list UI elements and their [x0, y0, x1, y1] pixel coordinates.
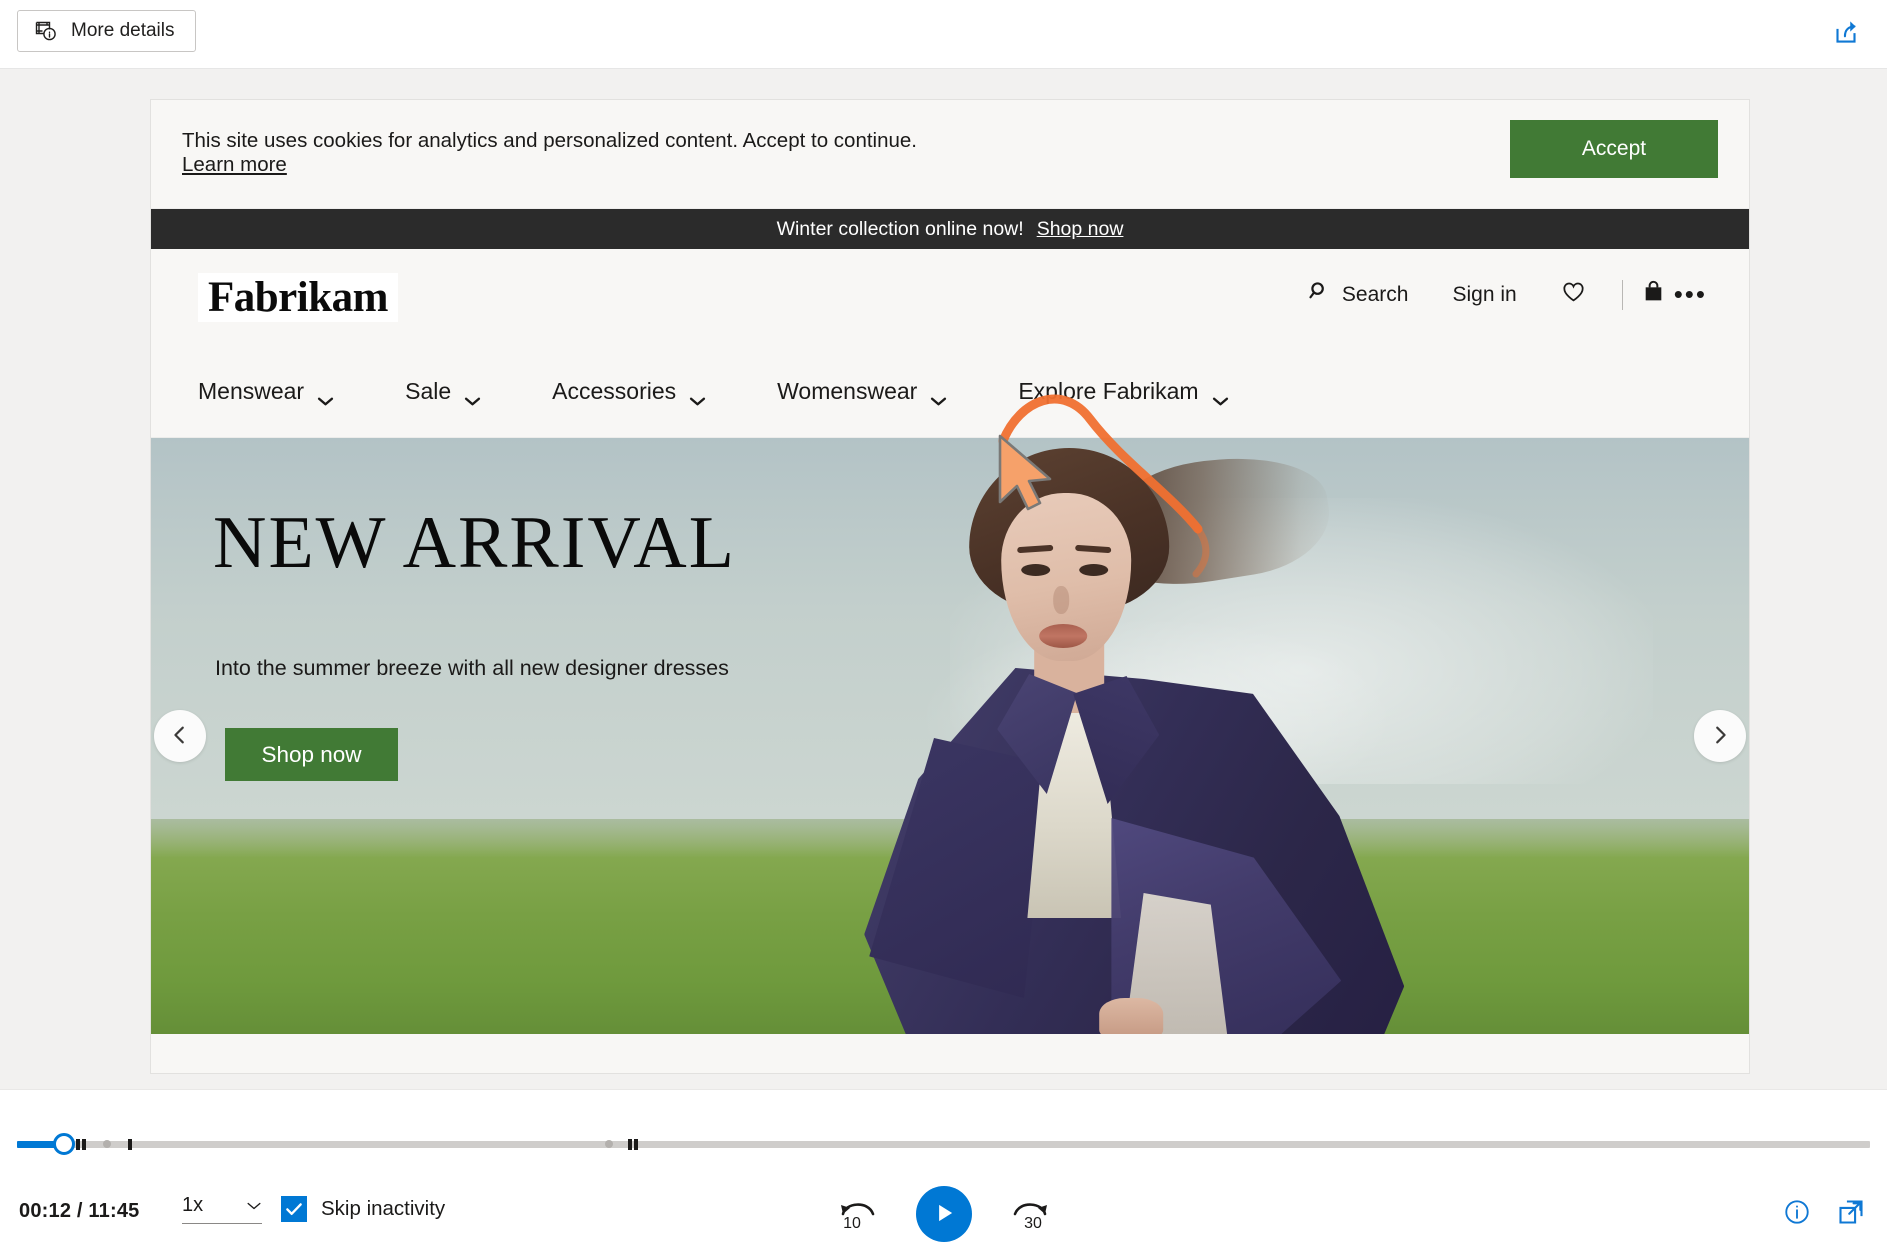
- timeline-marker[interactable]: [634, 1139, 638, 1150]
- wishlist-button[interactable]: [1539, 279, 1608, 310]
- site-header: Fabrikam Search Sign in •••: [151, 249, 1749, 346]
- header-divider: [1621, 279, 1623, 310]
- chevron-down-icon: [464, 386, 481, 406]
- chevron-down-icon: [1212, 386, 1229, 406]
- chevron-down-icon: [930, 386, 947, 406]
- hero-title: NEW ARRIVAL: [213, 502, 736, 584]
- cookie-learn-more-link[interactable]: Learn more: [182, 153, 287, 177]
- timeline-marker[interactable]: [128, 1139, 132, 1150]
- timeline-track[interactable]: [17, 1141, 1870, 1148]
- timeline-marker[interactable]: [76, 1139, 80, 1150]
- replay-stage: This site uses cookies for analytics and…: [0, 69, 1887, 1089]
- heart-icon: [1561, 279, 1586, 310]
- rewind-10-button[interactable]: 10: [834, 1190, 882, 1238]
- shopping-bag-icon: [1641, 279, 1666, 310]
- carousel-prev-button[interactable]: [154, 710, 206, 762]
- timeline-event-dot[interactable]: [605, 1140, 613, 1148]
- promo-shop-now-link[interactable]: Shop now: [1037, 218, 1124, 241]
- info-icon[interactable]: [1783, 1198, 1811, 1226]
- cookie-message: This site uses cookies for analytics and…: [182, 129, 917, 152]
- rewind-10-label: 10: [843, 1215, 861, 1232]
- nav-item-label: Menswear: [198, 378, 305, 404]
- promo-bar: Winter collection online now! Shop now: [151, 209, 1749, 249]
- nav-item-sale[interactable]: Sale: [405, 378, 517, 406]
- cookie-consent-banner: This site uses cookies for analytics and…: [151, 100, 1749, 209]
- nav-item-label: Womenswear: [777, 378, 918, 404]
- search-button[interactable]: Search: [1286, 280, 1431, 309]
- timeline-marker[interactable]: [628, 1139, 632, 1150]
- nav-item-label: Sale: [405, 378, 452, 404]
- promo-text: Winter collection online now!: [776, 217, 1024, 240]
- carousel-next-button[interactable]: [1694, 710, 1746, 762]
- chevron-left-icon: [169, 724, 191, 749]
- more-details-button[interactable]: More details: [17, 10, 196, 52]
- nav-item-label: Accessories: [552, 378, 677, 404]
- hero-carousel: NEW ARRIVAL Into the summer breeze with …: [151, 438, 1749, 1034]
- chevron-down-icon: [689, 386, 706, 406]
- chevron-down-icon: [317, 386, 334, 406]
- search-icon: [1308, 280, 1331, 309]
- sign-in-label: Sign in: [1452, 282, 1517, 306]
- shopping-bag-button[interactable]: [1637, 279, 1666, 310]
- search-label: Search: [1341, 282, 1409, 306]
- nav-item-explore-fabrikam[interactable]: Explore Fabrikam: [1018, 378, 1264, 406]
- sign-in-button[interactable]: Sign in: [1430, 283, 1538, 307]
- site-navigation: Menswear Sale Accessories Womenswear Exp…: [151, 346, 1749, 438]
- forward-30-label: 30: [1024, 1215, 1042, 1232]
- header-actions: Search Sign in •••: [1286, 279, 1707, 310]
- player-right-actions: [1783, 1198, 1865, 1226]
- ellipsis-icon[interactable]: •••: [1666, 281, 1707, 307]
- hero-shop-now-button[interactable]: Shop now: [225, 728, 398, 781]
- play-icon: [931, 1200, 957, 1229]
- nav-item-accessories[interactable]: Accessories: [552, 378, 742, 406]
- timeline-progress: [17, 1141, 57, 1148]
- cookie-accept-button[interactable]: Accept: [1510, 120, 1718, 178]
- nav-item-womenswear[interactable]: Womenswear: [777, 378, 983, 406]
- timeline-event-dot[interactable]: [103, 1140, 111, 1148]
- forward-30-button[interactable]: 30: [1006, 1190, 1054, 1238]
- share-icon[interactable]: [1829, 15, 1863, 49]
- film-info-icon: [34, 19, 58, 43]
- nav-item-menswear[interactable]: Menswear: [198, 378, 370, 406]
- top-toolbar: More details: [0, 0, 1887, 69]
- pop-out-icon[interactable]: [1837, 1198, 1865, 1226]
- timeline-marker[interactable]: [82, 1139, 86, 1150]
- hero-model-photo: [849, 438, 1409, 1034]
- site-logo[interactable]: Fabrikam: [198, 273, 398, 323]
- video-player-controls: 00:12 / 11:45 1x Skip inactivity 10 30: [0, 1089, 1887, 1242]
- hero-subtitle: Into the summer breeze with all new desi…: [215, 656, 729, 680]
- replayed-website: This site uses cookies for analytics and…: [150, 99, 1750, 1074]
- timeline-thumb[interactable]: [53, 1133, 75, 1155]
- timeline-scrubber[interactable]: [17, 1133, 1870, 1155]
- chevron-right-icon: [1709, 724, 1731, 749]
- more-details-label: More details: [71, 20, 175, 41]
- nav-item-label: Explore Fabrikam: [1018, 378, 1199, 404]
